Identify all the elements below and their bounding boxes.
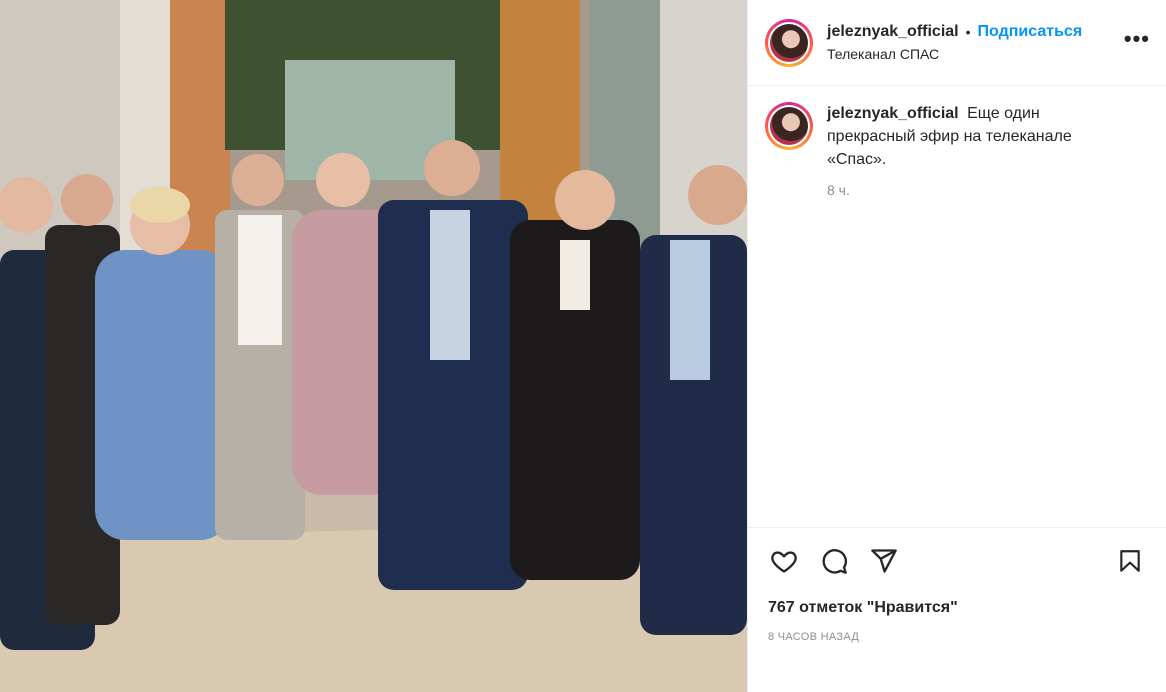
- likes-count[interactable]: 767 отметок "Нравится": [748, 594, 1166, 617]
- location-link[interactable]: Телеканал СПАС: [827, 46, 1124, 62]
- post-dialog: jeleznyak_official • Подписаться Телекан…: [0, 0, 1166, 692]
- group-photo-illustration: [0, 0, 747, 692]
- post-sidebar: jeleznyak_official • Подписаться Телекан…: [747, 0, 1166, 692]
- post-photo[interactable]: [0, 0, 747, 692]
- heart-icon[interactable]: [768, 545, 800, 577]
- person-8: [640, 165, 747, 635]
- paper-plane-icon[interactable]: [868, 545, 900, 577]
- follow-button[interactable]: Подписаться: [978, 23, 1083, 41]
- caption-avatar-image: [770, 107, 808, 145]
- person-7: [510, 170, 640, 580]
- bookmark-icon[interactable]: [1114, 545, 1146, 577]
- avatar[interactable]: [765, 18, 813, 67]
- avatar-image: [770, 23, 808, 62]
- caption-age[interactable]: 8 ч.: [827, 179, 1127, 202]
- caption: jeleznyak_official Еще один прекрасный э…: [748, 86, 1166, 202]
- separator-dot: •: [965, 24, 971, 40]
- post-timestamp[interactable]: 8 ЧАСОВ НАЗАД: [748, 617, 1166, 643]
- person-4: [215, 154, 305, 540]
- person-6: [378, 140, 528, 590]
- post-header: jeleznyak_official • Подписаться Телекан…: [748, 0, 1166, 86]
- caption-body: jeleznyak_official Еще один прекрасный э…: [827, 102, 1127, 202]
- username-link[interactable]: jeleznyak_official: [827, 23, 959, 41]
- actions-section: 767 отметок "Нравится" 8 ЧАСОВ НАЗАД: [748, 527, 1166, 643]
- more-options-icon[interactable]: •••: [1124, 26, 1150, 60]
- caption-username[interactable]: jeleznyak_official: [827, 105, 959, 122]
- action-bar: [748, 528, 1166, 594]
- caption-avatar[interactable]: [765, 102, 813, 150]
- header-info: jeleznyak_official • Подписаться Телекан…: [827, 23, 1124, 62]
- comment-icon[interactable]: [818, 545, 850, 577]
